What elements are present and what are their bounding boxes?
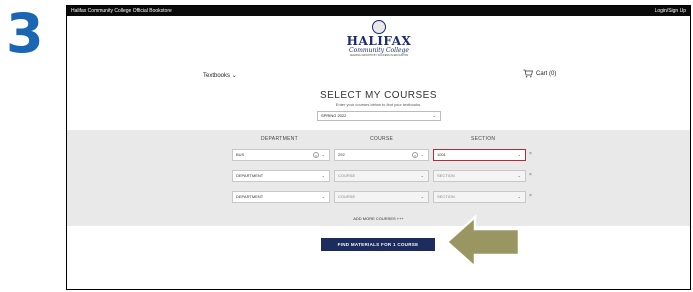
chevron-down-icon: ⌄ [517,152,521,157]
textbooks-label: Textbooks [203,73,231,79]
term-select[interactable]: SPRING 2022 ⌄ [317,111,441,121]
course-value: 292 [338,152,345,157]
section-value: SECTION [437,194,455,199]
chevron-down-icon: ⌄ [231,73,237,79]
clear-icon[interactable]: × [412,152,418,158]
pointer-arrow-icon [445,214,521,270]
page-subtitle: Enter your courses below to find your te… [335,102,422,107]
course-value: COURSE [338,194,356,199]
remove-row-icon[interactable]: × [529,172,532,178]
browser-screenshot: Halifax Community College Official Books… [66,5,691,290]
chevron-down-icon: ⌄ [321,194,325,199]
department-value: DEPARTMENT [236,194,264,199]
section-value: SECTION [437,173,455,178]
department-field[interactable]: DEPARTMENT ⌄ [232,191,330,203]
cart-link[interactable]: Cart (0) [523,69,556,78]
find-materials-button[interactable]: FIND MATERIALS FOR 1 COURSE [321,238,435,251]
login-link[interactable]: Login/Sign Up [655,6,686,16]
course-header: COURSE [370,136,394,142]
seal-icon [372,20,386,34]
chevron-down-icon: ⌄ [420,194,424,199]
department-field[interactable]: DEPARTMENT ⌄ [232,170,330,182]
chevron-down-icon: ⌄ [517,173,521,178]
department-field[interactable]: BUS × ⌄ [232,149,330,161]
section-value: 1001 [437,152,446,157]
department-value: BUS [236,152,245,157]
course-field[interactable]: COURSE ⌄ [334,191,429,203]
term-value: SPRING 2022 [321,113,347,118]
course-field[interactable]: 292 × ⌄ [334,149,429,161]
college-logo[interactable]: HALIFAX Community College LEADING GROWTH… [344,20,414,70]
remove-row-icon[interactable]: × [529,193,532,199]
logo-tagline: LEADING GROWTH BY SUCCESS IN EDUCATION [349,54,409,57]
store-name[interactable]: Halifax Community College Official Books… [71,6,172,16]
section-field[interactable]: 1001 ⌄ [433,149,526,161]
chevron-down-icon: ⌄ [420,173,424,178]
top-bar: Halifax Community College Official Books… [67,6,690,16]
add-more-courses-link[interactable]: ADD MORE COURSES +++ [67,216,690,221]
chevron-down-icon: ⌄ [321,152,325,157]
clear-icon[interactable]: × [313,152,319,158]
textbooks-menu[interactable]: Textbooks ⌄ [203,72,237,79]
chevron-down-icon: ⌄ [517,194,521,199]
department-value: DEPARTMENT [236,173,264,178]
cart-label: Cart (0) [536,70,557,77]
course-field[interactable]: COURSE ⌄ [334,170,429,182]
course-value: COURSE [338,173,356,178]
department-header: DEPARTMENT [261,136,298,142]
remove-row-icon[interactable]: × [529,151,532,157]
page-title: SELECT MY COURSES [319,90,438,101]
chevron-down-icon: ⌄ [432,113,436,118]
chevron-down-icon: ⌄ [321,173,325,178]
section-field[interactable]: SECTION ⌄ [433,170,526,182]
cart-icon [523,69,533,78]
chevron-down-icon: ⌄ [420,152,424,157]
step-number: 3 [6,2,44,65]
section-field[interactable]: SECTION ⌄ [433,191,526,203]
section-header: SECTION [471,136,496,142]
